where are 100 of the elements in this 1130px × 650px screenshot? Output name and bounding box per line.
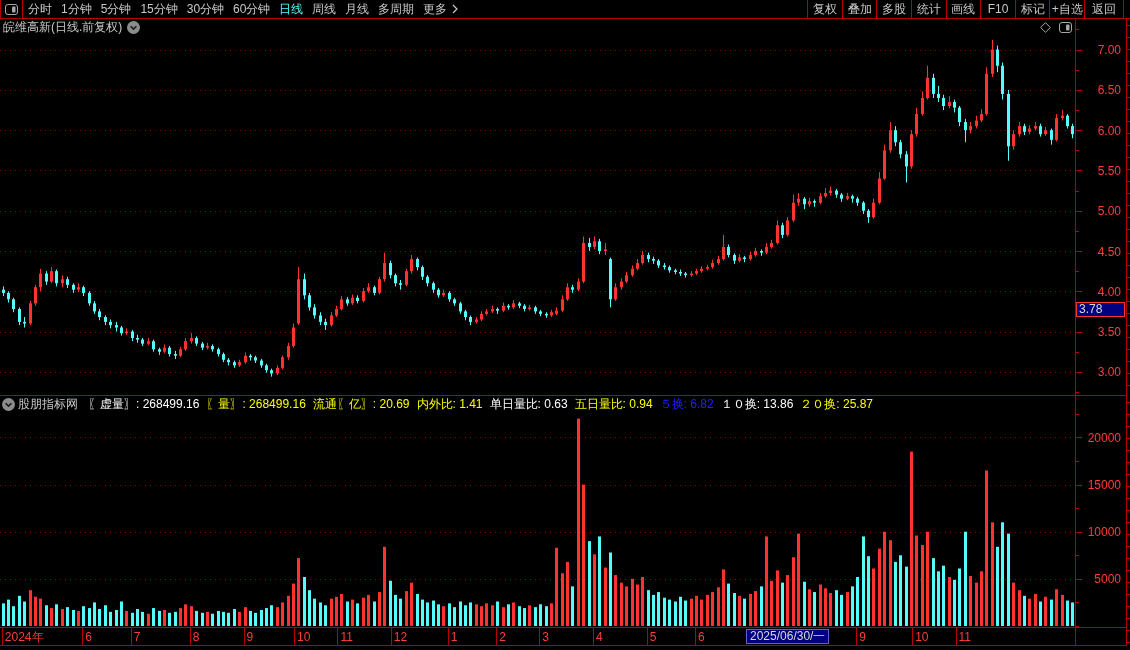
candle (534, 305, 537, 315)
candle (840, 192, 843, 203)
axis-label: 7.00 (1097, 43, 1121, 58)
candle (394, 273, 397, 287)
candle (647, 252, 650, 263)
candle (937, 85, 940, 103)
period-tab[interactable]: 60分钟 (233, 0, 271, 18)
candle (502, 302, 505, 313)
candle (469, 314, 472, 326)
axis-label: 5.50 (1097, 163, 1121, 178)
candle (862, 200, 865, 215)
candle (222, 352, 225, 363)
candle (1028, 124, 1031, 135)
toolbar-button[interactable]: F10 (980, 0, 1015, 18)
candle (846, 192, 849, 201)
candle (480, 310, 483, 322)
candle (459, 301, 462, 315)
axis-label: 8 (192, 630, 200, 644)
candle (604, 242, 607, 256)
candle (297, 266, 300, 326)
period-tab[interactable]: 月线 (345, 0, 370, 18)
candle (206, 342, 209, 350)
candle (958, 105, 961, 127)
candle (308, 292, 311, 312)
indicator-readout: ２０换: 25.87 (800, 396, 874, 413)
candle (432, 281, 435, 294)
candle (39, 268, 42, 292)
chevron-down-icon[interactable] (127, 21, 141, 34)
candle (905, 150, 908, 184)
candle (265, 363, 268, 374)
axis-label: 10 (297, 630, 311, 644)
toolbar-button[interactable]: 画线 (945, 0, 981, 18)
candle (82, 285, 85, 297)
axis-label: 9 (859, 630, 867, 644)
toolbar-button[interactable]: 叠加 (841, 0, 877, 18)
chevron-down-icon[interactable] (2, 398, 15, 411)
panel-toggle-button[interactable] (0, 0, 23, 18)
toolbar-button[interactable]: 复权 (807, 0, 842, 18)
candle (34, 284, 37, 307)
diamond-icon[interactable] (1040, 22, 1051, 33)
candle (383, 252, 386, 283)
candle (754, 247, 757, 258)
candle (442, 289, 445, 298)
axis-label: 4.50 (1097, 244, 1121, 259)
candle (147, 337, 150, 346)
period-tab[interactable]: 周线 (312, 0, 337, 18)
candle (1018, 121, 1021, 138)
toolbar-button[interactable]: 标记 (1014, 0, 1050, 18)
candle (851, 194, 854, 204)
indicator-readout: 流通〖亿〗: 20.69 (312, 396, 410, 413)
axis-label: 2024年 (4, 630, 44, 644)
more-menu-button[interactable]: 更多 (423, 0, 459, 18)
axis-label: 6.00 (1097, 123, 1121, 138)
candle (991, 39, 994, 78)
toolbar-button[interactable]: +自选 (1049, 0, 1084, 18)
candle (561, 294, 564, 313)
candle (690, 270, 693, 278)
candle (389, 260, 392, 279)
period-tab[interactable]: 多周期 (378, 0, 415, 18)
toolbar-button[interactable]: 返回 (1084, 0, 1124, 18)
candle (190, 332, 193, 345)
candle (749, 251, 752, 262)
toolbar-button[interactable]: 多股 (876, 0, 912, 18)
candle (201, 341, 204, 351)
axis-label: 7 (133, 630, 141, 644)
candle (872, 198, 875, 220)
period-tab[interactable]: 日线 (279, 0, 304, 18)
period-tab[interactable]: 1分钟 (61, 0, 92, 18)
candle (663, 262, 666, 271)
indicator-readout: 单日量比: 0.63 (489, 396, 568, 413)
candle (410, 254, 413, 275)
candle (109, 318, 112, 329)
candle (910, 129, 913, 170)
candle (367, 282, 370, 294)
axis-label: 10 (915, 630, 929, 644)
axis-label: 15000 (1087, 478, 1121, 493)
panel-icon[interactable] (5, 3, 18, 15)
candle (475, 316, 478, 324)
candle (405, 268, 408, 287)
candle (588, 237, 591, 252)
candle (803, 196, 806, 210)
candle (319, 311, 322, 326)
period-tab[interactable]: 15分钟 (140, 0, 178, 18)
candle (555, 306, 558, 316)
candle (485, 308, 488, 316)
candle (324, 318, 327, 331)
candle (894, 125, 897, 147)
candle (98, 308, 101, 321)
period-tab[interactable]: 5分钟 (100, 0, 132, 18)
period-tab[interactable]: 分时 (28, 0, 52, 18)
candle (668, 265, 671, 274)
candle (964, 118, 967, 143)
candle (980, 108, 983, 123)
axis-label: 11 (340, 630, 353, 644)
candle (856, 196, 859, 207)
period-tab[interactable]: 30分钟 (186, 0, 225, 18)
toolbar-button[interactable]: 统计 (911, 0, 946, 18)
candle (738, 253, 741, 263)
candle (609, 256, 612, 308)
panel-icon[interactable] (1059, 22, 1072, 33)
